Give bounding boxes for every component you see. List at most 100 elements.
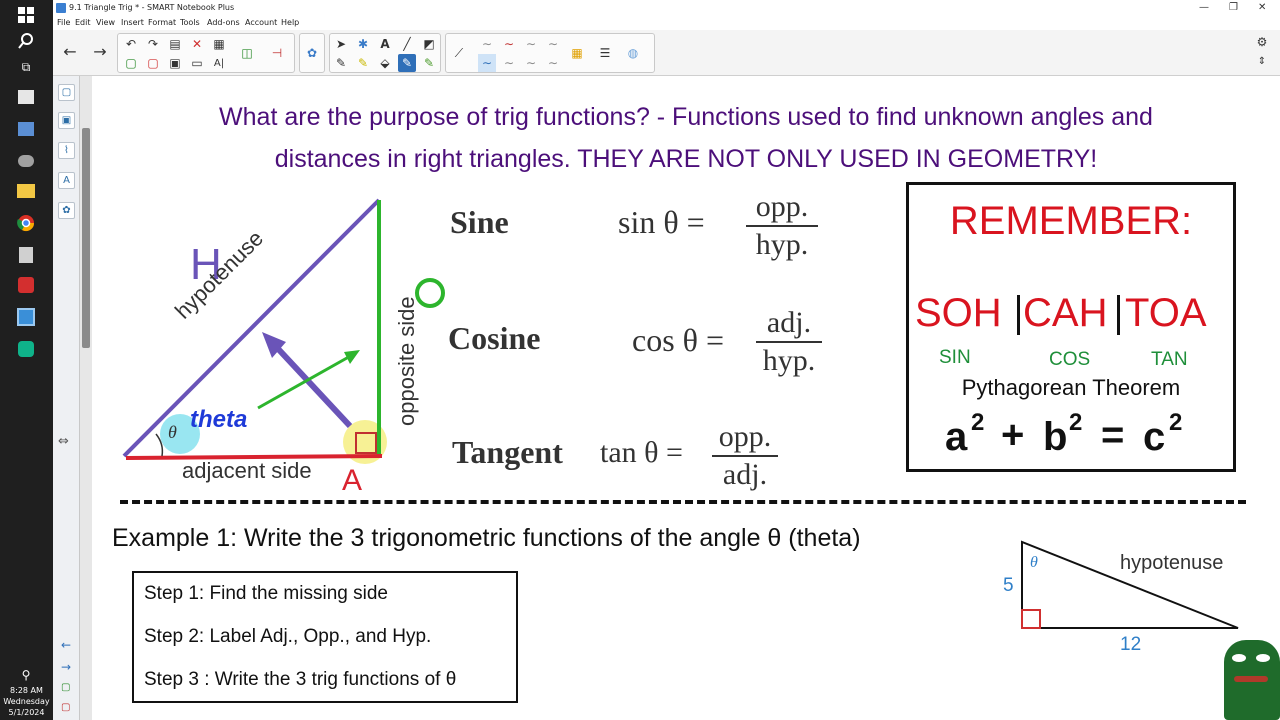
pen-icon[interactable]: ✎ xyxy=(332,54,350,72)
line-style-3-icon[interactable]: ∼ xyxy=(522,35,540,53)
panel-resize-icon[interactable]: ⇔ xyxy=(58,434,69,449)
taskbar-app-icon-5[interactable] xyxy=(14,244,38,266)
sine-fraction: opp. hyp. xyxy=(746,190,818,262)
puzzle-icon[interactable]: ✿ xyxy=(303,44,321,62)
taskbar-app-icon-3[interactable] xyxy=(14,150,38,172)
remove-page-icon[interactable]: ▢ xyxy=(61,702,70,713)
example-hyp-label: hypotenuse xyxy=(1120,552,1224,574)
line-style-6-icon[interactable]: ∼ xyxy=(500,54,518,72)
app-icon xyxy=(56,3,66,13)
close-icon[interactable]: ✕ xyxy=(1258,2,1266,13)
line-style-8-icon[interactable]: ∼ xyxy=(544,54,562,72)
text-format-icon[interactable]: A| xyxy=(210,54,228,72)
file-explorer-icon[interactable] xyxy=(14,180,38,202)
table-icon[interactable]: ▦ xyxy=(210,35,228,53)
line-style-1-icon[interactable]: ∼ xyxy=(478,35,496,53)
clock-date: 5/1/2024 xyxy=(8,708,45,717)
menu-insert[interactable]: Insert xyxy=(121,18,144,27)
open-file-icon[interactable]: ▤ xyxy=(166,35,184,53)
clock-day: Wednesday xyxy=(3,697,50,706)
pythag-formula: a 2 + b 2 = c 2 xyxy=(945,405,1205,459)
taskbar-app-icon-8[interactable] xyxy=(14,338,38,360)
tangent-fraction: opp. adj. xyxy=(712,420,778,492)
title-bar: 9.1 Triangle Trig * - SMART Notebook Plu… xyxy=(53,0,1280,16)
pen-type-icon[interactable]: ⟋ xyxy=(450,44,468,62)
acrobat-icon[interactable] xyxy=(14,274,38,296)
delete-page-icon[interactable]: ▢ xyxy=(144,54,162,72)
cosine-numerator: adj. xyxy=(766,306,812,339)
windows-start-icon[interactable] xyxy=(14,4,38,26)
menu-view[interactable]: View xyxy=(96,18,115,27)
delete-icon[interactable]: ✕ xyxy=(188,35,206,53)
menu-format[interactable]: Format xyxy=(148,18,176,27)
save-icon[interactable]: ▣ xyxy=(166,54,184,72)
menu-tools[interactable]: Tools xyxy=(180,18,200,27)
prev-page-icon[interactable]: ← xyxy=(61,638,71,652)
smart-notebook-icon[interactable] xyxy=(14,306,38,328)
line-style-7-icon[interactable]: ∼ xyxy=(522,54,540,72)
step-3: Step 3 : Write the 3 trig functions of θ xyxy=(144,669,457,690)
text-tool-icon[interactable]: A xyxy=(376,35,394,53)
sin-label: SIN xyxy=(939,347,971,368)
active-pen-icon[interactable]: ✎ xyxy=(398,54,416,72)
back-arrow-icon[interactable]: ← xyxy=(61,42,79,61)
line-style-2-icon[interactable]: ∼ xyxy=(500,35,518,53)
attachments-tab-icon[interactable]: ⌇ xyxy=(58,142,75,159)
network-icon[interactable]: ⚲ xyxy=(14,664,38,686)
soh-text: SOH xyxy=(915,291,1002,335)
clock-time: 8:28 AM xyxy=(10,686,43,695)
example-theta: θ xyxy=(1030,554,1038,571)
pythag-a-exp: 2 xyxy=(971,409,985,436)
tangent-func: tan θ = xyxy=(600,436,683,469)
creative-pen-icon[interactable]: ✎ xyxy=(420,54,438,72)
page-sorter-tab-icon[interactable]: ▢ xyxy=(58,84,75,101)
screen-shade-icon[interactable]: ▭ xyxy=(188,54,206,72)
select-arrow-icon[interactable]: ➤ xyxy=(332,35,350,53)
edit-tool-group: ↶ ↷ ▤ ✕ ▦ ▢ ▢ ▣ ▭ A| ◫ ⊣ xyxy=(117,33,295,73)
settings-gear-icon[interactable]: ⚙ xyxy=(1253,33,1271,51)
color-palette-icon[interactable]: ▦ xyxy=(568,44,586,62)
gallery-tab-icon[interactable]: ▣ xyxy=(58,112,75,129)
undo-icon[interactable]: ↶ xyxy=(122,35,140,53)
page-scrollbar-thumb[interactable] xyxy=(82,128,90,348)
forward-arrow-icon[interactable]: → xyxy=(91,42,109,61)
capture-icon[interactable]: ⊣ xyxy=(268,44,286,62)
pythag-equals: = xyxy=(1101,413,1125,457)
chrome-icon[interactable] xyxy=(14,212,38,234)
menu-addons[interactable]: Add-ons xyxy=(207,18,240,27)
fill-effects-icon[interactable]: ◍ xyxy=(624,44,642,62)
menu-edit[interactable]: Edit xyxy=(75,18,91,27)
toolbar-toggle-icon[interactable]: ⇕ xyxy=(1253,52,1271,70)
add-page-icon[interactable]: ▢ xyxy=(61,682,70,693)
opposite-side-label: opposite side xyxy=(394,296,419,426)
minimize-icon[interactable]: — xyxy=(1199,2,1209,13)
toa-text: TOA xyxy=(1125,291,1207,335)
new-page-icon[interactable]: ▢ xyxy=(122,54,140,72)
add-ons-tab-icon[interactable]: ✿ xyxy=(58,202,75,219)
menu-account[interactable]: Account xyxy=(245,18,277,27)
example-side-5: 5 xyxy=(1003,575,1014,596)
task-view-icon[interactable]: ⧉ xyxy=(14,56,38,78)
magic-pen-icon[interactable]: ✱ xyxy=(354,35,372,53)
eraser-icon[interactable]: ◩ xyxy=(420,35,438,53)
search-icon[interactable] xyxy=(14,30,38,52)
highlighter-icon[interactable]: ✎ xyxy=(354,54,372,72)
properties-tab-icon[interactable]: A xyxy=(58,172,75,189)
menu-help[interactable]: Help xyxy=(281,18,299,27)
taskbar-app-icon-1[interactable] xyxy=(14,86,38,108)
sine-denominator: hyp. xyxy=(755,228,809,261)
redo-icon[interactable]: ↷ xyxy=(144,35,162,53)
restore-icon[interactable]: ❐ xyxy=(1229,2,1238,13)
example-heading: Example 1: Write the 3 trigonometric fun… xyxy=(112,524,861,552)
fill-icon[interactable]: ⬙ xyxy=(376,54,394,72)
properties-icon[interactable]: ☰ xyxy=(596,44,614,62)
pythag-b-exp: 2 xyxy=(1069,409,1083,436)
taskbar-clock[interactable]: 8:28 AM Wednesday 5/1/2024 xyxy=(0,685,53,718)
line-style-4-icon[interactable]: ∼ xyxy=(544,35,562,53)
line-tool-icon[interactable]: ╱ xyxy=(398,35,416,53)
document-camera-icon[interactable]: ◫ xyxy=(238,44,256,62)
next-page-icon[interactable]: → xyxy=(61,660,71,674)
line-style-5-icon[interactable]: ∼ xyxy=(478,54,496,72)
taskbar-app-icon-2[interactable] xyxy=(14,118,38,140)
menu-file[interactable]: File xyxy=(57,18,70,27)
